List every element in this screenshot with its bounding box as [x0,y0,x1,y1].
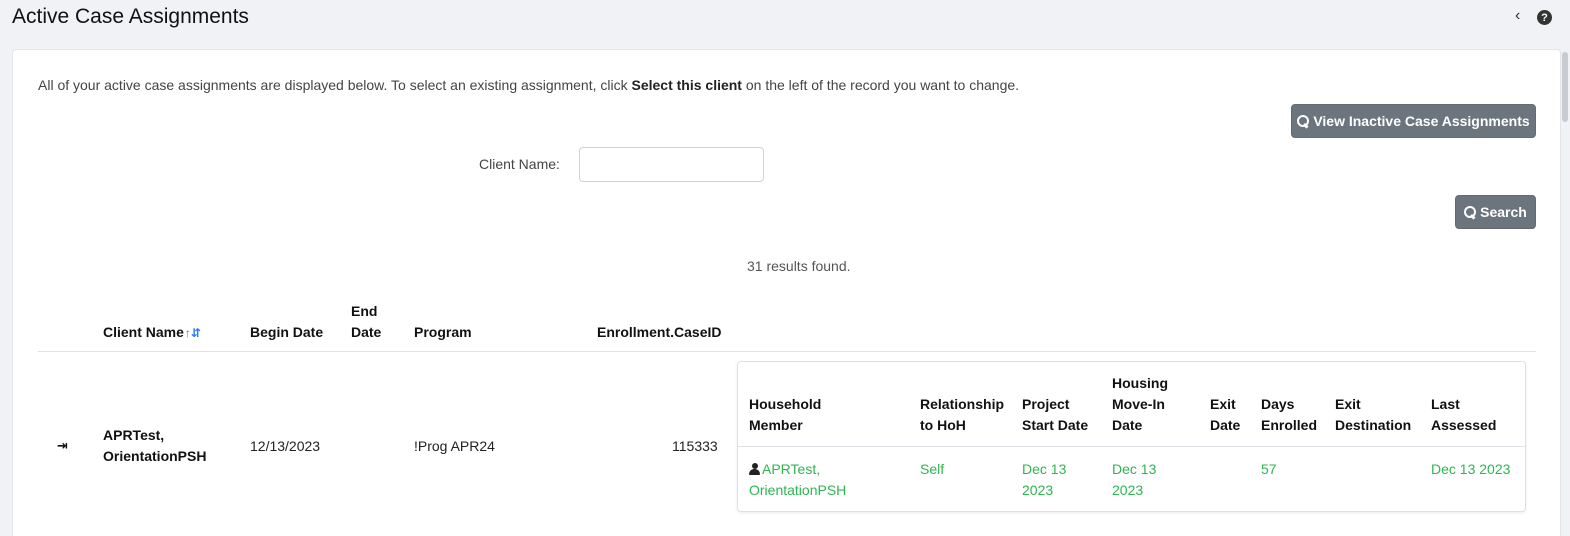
hh-col-days-l1: Days [1261,396,1295,412]
hh-col-days-l2: Enrolled [1261,417,1318,433]
search-icon [1464,206,1477,218]
hh-movein-l1: Dec 13 [1112,461,1157,477]
help-icon[interactable]: ? [1537,10,1552,25]
col-client-name[interactable]: Client Name↑⇵ [103,322,201,344]
hh-col-dest-l1: Exit [1335,396,1361,412]
hh-cell-member[interactable]: APRTest, OrientationPSH [749,459,846,501]
hh-member-name-1[interactable]: APRTest, [762,461,820,477]
hh-col-start-l2: Start Date [1022,417,1089,433]
scrollbar-track[interactable] [1561,49,1570,536]
col-program[interactable]: Program [414,322,472,343]
household-header-divider [738,446,1525,447]
hh-start-l1: Dec 13 [1022,461,1067,477]
hh-col-relationship: Relationship to HoH [920,394,1004,436]
search-icon [1297,115,1310,127]
hh-col-member-l2: Member [749,417,803,433]
hh-cell-last-assessed: Dec 13 2023 [1431,461,1511,477]
client-name-label: Client Name: [479,156,560,172]
hh-cell-relationship: Self [920,461,945,477]
hh-col-movein-l3: Date [1112,417,1143,433]
hh-col-dest-l2: Destination [1335,417,1412,433]
hh-col-last-assessed: Last Assessed [1431,394,1496,436]
select-client-icon[interactable]: ⇥ [57,438,68,454]
cell-begin-date: 12/13/2023 [250,438,321,454]
search-button[interactable]: Search [1455,195,1536,229]
hh-member-name-2[interactable]: OrientationPSH [749,480,846,501]
col-end-date-line1: End [351,303,378,319]
hh-col-exit-l2: Date [1210,417,1241,433]
person-icon [749,463,760,475]
cell-case-id: 115333 [672,438,718,454]
view-inactive-label: View Inactive Case Assignments [1313,113,1530,129]
hh-col-member-l1: Household [749,396,822,412]
page-title: Active Case Assignments [12,5,249,28]
chevron-left-icon[interactable]: ‹ [1515,7,1520,25]
col-end-date[interactable]: End Date [351,301,381,343]
cell-program: !Prog APR24 [414,438,495,454]
hh-col-exit-date: Exit Date [1210,394,1240,436]
hh-col-assessed-l2: Assessed [1431,417,1497,433]
search-button-label: Search [1480,204,1527,220]
page-header: Active Case Assignments ‹ ? [0,0,1570,48]
client-name-input[interactable] [579,147,764,182]
hh-col-movein-l1: Housing [1112,375,1168,391]
client-name-line1: APRTest, [103,427,165,443]
client-name-line2: OrientationPSH [103,448,207,464]
sort-icon[interactable]: ↑⇵ [185,326,201,340]
hh-cell-start-date: Dec 13 2023 [1022,459,1066,501]
col-begin-date[interactable]: Begin Date [250,322,323,343]
hh-col-rel-l2: to HoH [920,417,966,433]
hh-col-exit-destination: Exit Destination [1335,394,1411,436]
hh-col-start-date: Project Start Date [1022,394,1088,436]
header-divider [38,351,1536,352]
intro-text: All of your active case assignments are … [38,77,1019,93]
hh-cell-move-in: Dec 13 2023 [1112,459,1156,501]
cell-client-name: APRTest, OrientationPSH [103,425,206,467]
intro-prefix: All of your active case assignments are … [38,77,632,93]
hh-col-start-l1: Project [1022,396,1070,412]
intro-emphasis: Select this client [631,77,742,93]
hh-col-member: Household Member [749,394,821,436]
hh-col-assessed-l1: Last [1431,396,1460,412]
hh-col-movein-l2: Move-In [1112,396,1165,412]
intro-suffix: on the left of the record you want to ch… [741,77,1020,93]
hh-col-days-enrolled: Days Enrolled [1261,394,1317,436]
hh-movein-l2: 2023 [1112,482,1144,498]
col-end-date-line2: Date [351,324,382,340]
view-inactive-button[interactable]: View Inactive Case Assignments [1291,104,1536,138]
scrollbar-thumb[interactable] [1562,52,1568,122]
hh-member-line1[interactable]: APRTest, [749,459,846,480]
hh-cell-days-enrolled: 57 [1261,461,1277,477]
results-count: 31 results found. [747,258,851,274]
hh-col-move-in: Housing Move-In Date [1112,373,1168,436]
col-case-id[interactable]: Enrollment.CaseID [597,322,721,343]
hh-col-rel-l1: Relationship [920,396,1005,412]
hh-start-l2: 2023 [1022,482,1054,498]
hh-col-exit-l1: Exit [1210,396,1236,412]
col-client-name-label: Client Name [103,324,184,340]
